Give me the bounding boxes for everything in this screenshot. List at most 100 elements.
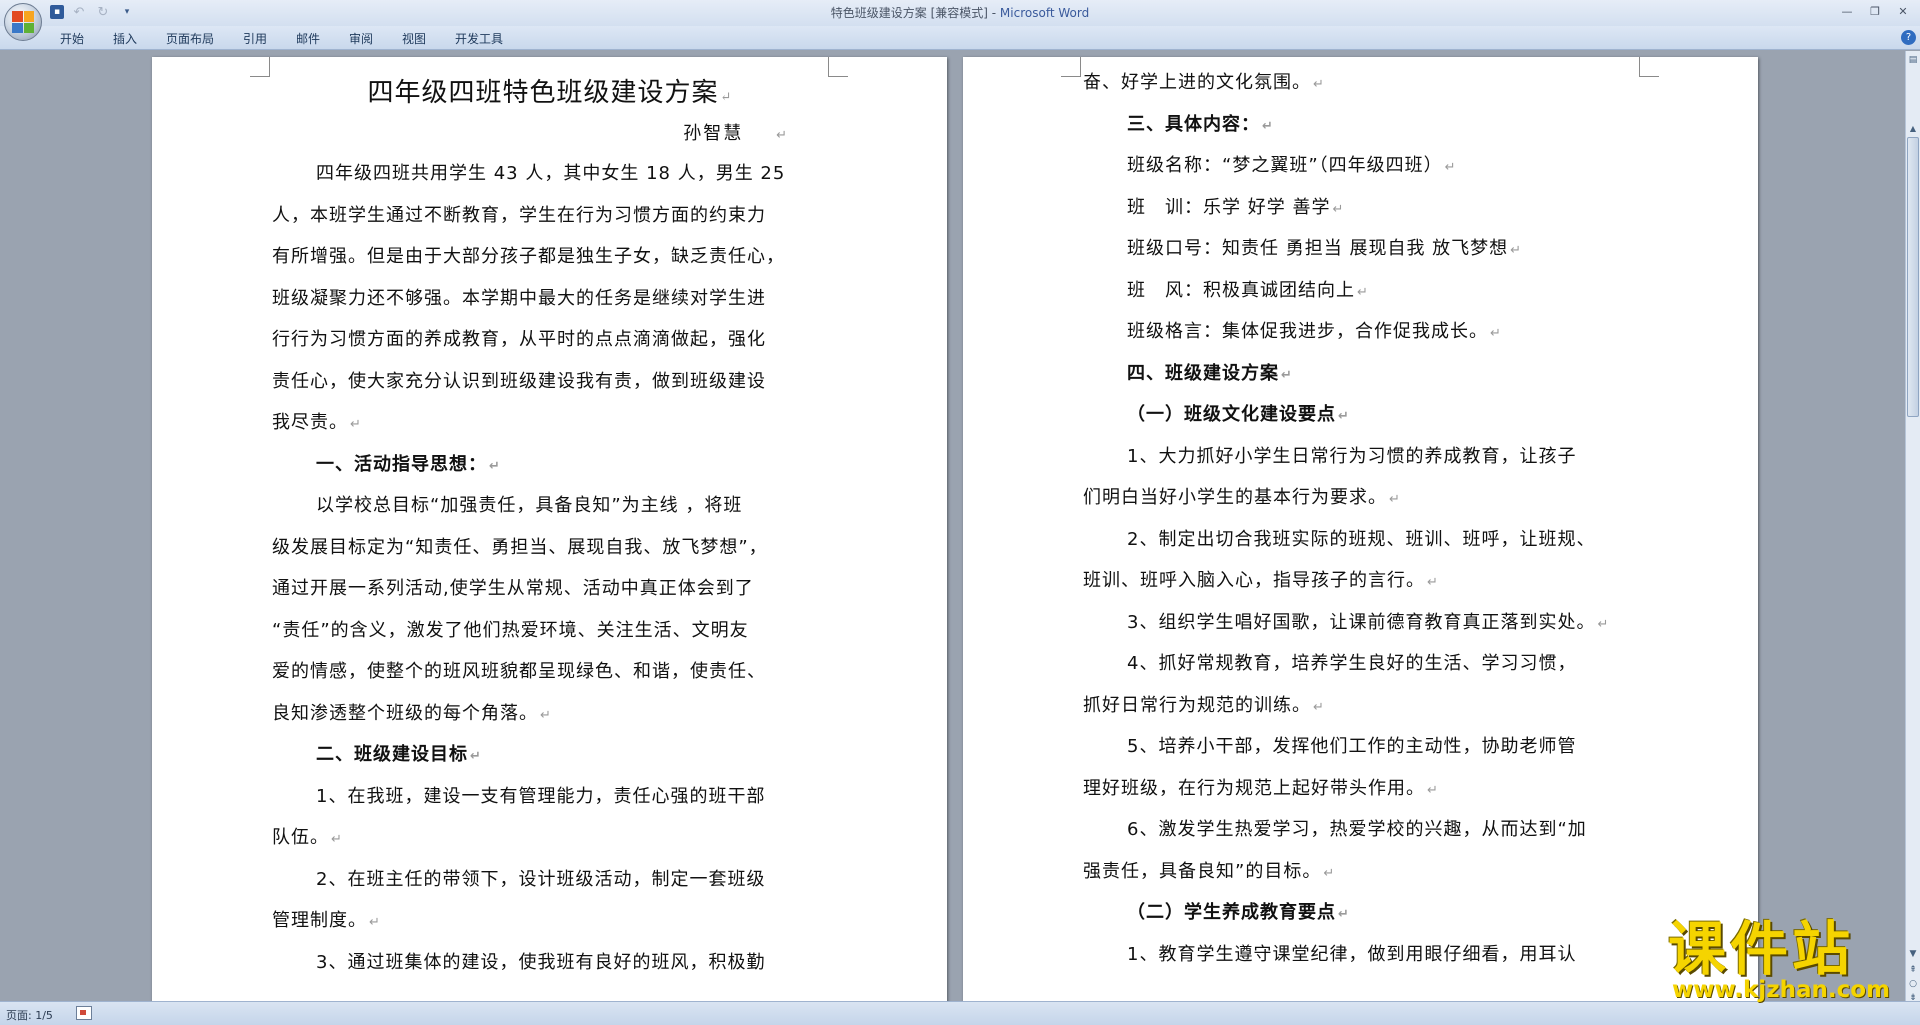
restore-button[interactable]: ❐ <box>1862 2 1888 20</box>
paragraph-mark-icon: ↵ <box>470 749 481 764</box>
paragraph-line: 队伍。 ↵ <box>272 827 342 848</box>
paragraph-mark-icon: ↵ <box>350 417 361 432</box>
scroll-up-arrow-icon[interactable]: ▲ <box>1907 121 1919 135</box>
proofing-status-icon[interactable] <box>76 1006 92 1020</box>
vertical-scrollbar[interactable]: ▤ ▲ ▼ ⇞ ○ ⇟ <box>1905 51 1920 1003</box>
paragraph-mark-icon: ↵ <box>1262 118 1273 134</box>
paragraph-mark-icon: ↵ <box>331 832 342 847</box>
paragraph-line: 3、组织学生唱好国歌，让课前德育教育真正落到实处。 ↵ <box>1127 611 1609 633</box>
paragraph-line: 6、激发学生热爱学习，热爱学校的兴趣，从而达到“加 <box>1127 819 1587 840</box>
paragraph-line: 通过开展一系列活动,使学生从常规、活动中真正体会到了 <box>272 578 754 599</box>
paragraph-line: 管理制度。 ↵ <box>272 910 380 931</box>
page-1-content[interactable]: 四年级四班特色班级建设方案 ↵ 孙智慧 ↵ 四年级四班共用学生 43 人，其中女生… <box>272 71 827 983</box>
watermark-logo-text: 课件站 <box>1668 915 1855 983</box>
section-heading: 四、班级建设方案 ↵ <box>1127 362 1292 384</box>
paragraph-line: 3、通过班集体的建设，使我班有良好的班风，积极勤 <box>316 951 766 973</box>
close-button[interactable]: ✕ <box>1890 2 1916 20</box>
paragraph-line: 5、培养小干部，发挥他们工作的主动性，协助老师管 <box>1127 736 1577 757</box>
status-bar: 页面: 1/5 <box>0 1001 1920 1025</box>
paragraph-mark-icon: ↵ <box>1597 616 1609 632</box>
paragraph-mark-icon: ↵ <box>489 458 500 474</box>
paragraph-mark-icon: ↵ <box>1510 243 1522 258</box>
ruler-toggle-icon[interactable]: ▤ <box>1907 53 1919 67</box>
tab-mailings[interactable]: 邮件 <box>296 30 320 47</box>
scrollbar-thumb[interactable] <box>1907 137 1919 417</box>
paragraph-mark-icon: ↵ <box>369 915 380 930</box>
paragraph-mark-icon: ↵ <box>1357 284 1368 300</box>
margin-corner-mark <box>250 57 270 77</box>
margin-corner-mark <box>1061 57 1081 77</box>
paragraph-line: 理好班级，在行为规范上起好带头作用。 ↵ <box>1083 777 1438 799</box>
paragraph-line: 有所增强。但是由于大部分孩子都是独生子女，缺乏责任心， <box>272 246 785 267</box>
document-area: 四年级四班特色班级建设方案 ↵ 孙智慧 ↵ 四年级四班共用学生 43 人，其中女生… <box>0 51 1905 1001</box>
page-count-status[interactable]: 页面: 1/5 <box>6 1007 53 1023</box>
paragraph-line: “责任”的含义，激发了他们热爱环境、关注生活、文明友 <box>272 619 749 641</box>
paragraph-line: 行行为习惯方面的养成教育，从平时的点点滴滴做起，强化 <box>272 329 766 350</box>
paragraph-mark-icon: ↵ <box>1323 865 1335 881</box>
margin-corner-mark <box>1639 57 1659 77</box>
watermark-url: www.kjzhan.com <box>1672 977 1890 1003</box>
section-heading: 一、活动指导思想： ↵ <box>316 453 500 475</box>
page-1[interactable]: 四年级四班特色班级建设方案 ↵ 孙智慧 ↵ 四年级四班共用学生 43 人，其中女生… <box>152 57 947 1001</box>
tab-references[interactable]: 引用 <box>243 30 267 47</box>
app-name: Microsoft Word <box>999 6 1090 20</box>
paragraph-mark-icon: ↵ <box>1332 201 1344 217</box>
paragraph-line: 抓好日常行为规范的训练。 ↵ <box>1083 694 1324 716</box>
paragraph-line: 2、制定出切合我班实际的班规、班训、班呼，让班规、 <box>1127 528 1596 550</box>
paragraph-mark-icon: ↵ <box>1313 699 1324 715</box>
paragraph-line: 班级口号：知责任 勇担当 展现自我 放飞梦想 ↵ <box>1127 238 1522 259</box>
paragraph-mark-icon: ↵ <box>540 707 551 723</box>
document-title-heading: 四年级四班特色班级建设方案 ↵ <box>367 78 732 108</box>
paragraph-line: 2、在班主任的带领下，设计班级活动，制定一套班级 <box>316 868 766 890</box>
paragraph-mark-icon: ↵ <box>720 90 732 105</box>
paragraph-line: 1、大力抓好小学生日常行为习惯的养成教育，让孩子 <box>1127 445 1577 467</box>
paragraph-line: 班 训：乐学 好学 善学 ↵ <box>1127 196 1344 218</box>
paragraph-line: 班级名称：“梦之翼班”（四年级四班） ↵ <box>1127 155 1456 176</box>
minimize-button[interactable]: — <box>1834 2 1860 20</box>
paragraph-line: 4、抓好常规教育，培养学生良好的生活、学习习惯， <box>1127 653 1577 674</box>
paragraph-line: 人，本班学生通过不断教育，学生在行为习惯方面的约束力 <box>272 204 766 226</box>
paragraph-line: 强责任，具备良知”的目标。 ↵ <box>1083 860 1335 882</box>
tab-review[interactable]: 审阅 <box>349 30 373 47</box>
paragraph-line: 班 风：积极真诚团结向上 ↵ <box>1127 279 1368 301</box>
paragraph-line: 班训、班呼入脑入心，指导孩子的言行。 ↵ <box>1083 570 1438 591</box>
tab-developer[interactable]: 开发工具 <box>455 30 503 47</box>
title-bar: ▪ ↶ ↻ ▾ 特色班级建设方案 [兼容模式] - Microsoft Word… <box>0 0 1920 26</box>
paragraph-mark-icon: ↵ <box>1313 77 1324 92</box>
paragraph-mark-icon: ↵ <box>1490 326 1501 341</box>
site-watermark: 课件站 www.kjzhan.com <box>1668 915 1918 1003</box>
section-heading: （二）学生养成教育要点 ↵ <box>1127 902 1349 923</box>
document-title: 特色班级建设方案 [兼容模式] - <box>830 6 1000 20</box>
paragraph-mark-icon: ↵ <box>1427 575 1438 590</box>
paragraph-line: 我尽责。 ↵ <box>272 412 361 433</box>
ribbon-tabs: 开始 插入 页面布局 引用 邮件 审阅 视图 开发工具 ? <box>0 26 1920 50</box>
paragraph-line: 级发展目标定为“知责任、勇担当、展现自我、放飞梦想”， <box>272 536 768 558</box>
page-2-content[interactable]: 奋、好学上进的文化氛围。 ↵ 三、具体内容： ↵ 班级名称：“梦之翼班”（四年级四班） ↵… <box>1083 62 1638 975</box>
author-name: 孙智慧 ↵ <box>683 123 787 144</box>
office-logo-icon <box>12 11 34 33</box>
page-2[interactable]: 奋、好学上进的文化氛围。 ↵ 三、具体内容： ↵ 班级名称：“梦之翼班”（四年级四班） ↵… <box>963 57 1758 1001</box>
section-heading: 三、具体内容： ↵ <box>1127 113 1273 135</box>
paragraph-line: 们明白当好小学生的基本行为要求。 ↵ <box>1083 487 1400 508</box>
paragraph-line: 1、在我班，建设一支有管理能力，责任心强的班干部 <box>316 785 766 807</box>
paragraph-mark-icon: ↵ <box>1444 160 1456 175</box>
paragraph-line: 以学校总目标“加强责任，具备良知”为主线 ，将班 <box>316 495 743 516</box>
paragraph-line: 良知渗透整个班级的每个角落。 ↵ <box>272 702 551 724</box>
section-heading: 二、班级建设目标 ↵ <box>316 744 481 765</box>
paragraph-line: 班级凝聚力还不够强。本学期中最大的任务是继续对学生进 <box>272 287 766 309</box>
paragraph-mark-icon: ↵ <box>1427 782 1438 798</box>
tab-home[interactable]: 开始 <box>60 30 84 47</box>
tab-view[interactable]: 视图 <box>402 30 426 47</box>
paragraph-line: 责任心，使大家充分认识到班级建设我有责，做到班级建设 <box>272 370 766 392</box>
paragraph-mark-icon: ↵ <box>1338 907 1349 922</box>
section-heading: （一）班级文化建设要点 ↵ <box>1127 404 1349 425</box>
help-icon[interactable]: ? <box>1901 30 1916 45</box>
window-controls: — ❐ ✕ <box>1834 2 1916 20</box>
margin-corner-mark <box>828 57 848 77</box>
paragraph-line: 1、教育学生遵守课堂纪律，做到用眼仔细看，用耳认 <box>1127 943 1577 965</box>
office-button[interactable] <box>4 3 42 41</box>
tab-insert[interactable]: 插入 <box>113 30 137 47</box>
paragraph-line: 爱的情感，使整个的班风班貌都呈现绿色、和谐，使责任、 <box>272 661 766 682</box>
tab-page-layout[interactable]: 页面布局 <box>166 30 214 47</box>
paragraph-mark-icon: ↵ <box>1389 492 1400 507</box>
